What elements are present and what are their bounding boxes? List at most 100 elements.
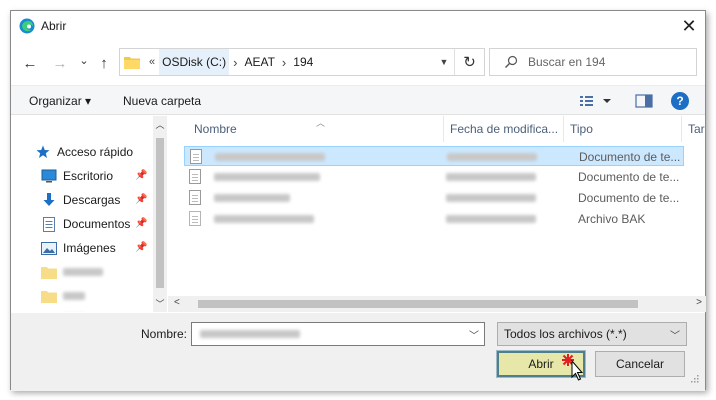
file-row[interactable]: Archivo BAK [184, 209, 684, 229]
file-type-filter-value: Todos los archivos (*.*) [504, 327, 627, 341]
nav-item-folder-redacted[interactable] [41, 262, 103, 282]
refresh-button[interactable]: ↻ [454, 49, 484, 75]
navigation-pane: Acceso rápido Escritorio 📌 Descargas 📌 D… [11, 116, 167, 312]
nav-item-label: Acceso rápido [57, 145, 134, 159]
up-button[interactable]: ↑ [93, 53, 115, 73]
edge-app-icon [19, 18, 35, 34]
column-type[interactable]: Tipo [564, 116, 682, 142]
star-icon [35, 144, 51, 160]
nav-item-documents[interactable]: Documentos [41, 214, 130, 234]
title-bar: Abrir ✕ [11, 11, 705, 41]
command-toolbar: Organizar ▾ Nueva carpeta ? [11, 85, 705, 115]
breadcrumb-osdisk[interactable]: OSDisk (C:) [159, 49, 230, 75]
download-icon [41, 192, 57, 208]
redacted-filename [200, 330, 300, 338]
dialog-title: Abrir [41, 19, 67, 33]
forward-button[interactable]: → [49, 53, 71, 73]
resize-grip-icon[interactable] [689, 373, 699, 383]
redacted-date [446, 215, 536, 223]
help-icon[interactable]: ? [671, 92, 689, 110]
dialog-footer: Nombre: ﹀ Todos los archivos (*.*) ﹀ Abr… [11, 313, 705, 391]
pin-icon: 📌 [135, 218, 148, 229]
pin-icon: 📌 [135, 242, 148, 253]
scrollbar-thumb[interactable] [198, 300, 638, 308]
address-dropdown-icon[interactable]: ▼ [434, 49, 454, 75]
search-input[interactable]: Buscar en 194 [489, 48, 697, 76]
file-row[interactable]: Documento de te... [184, 188, 684, 208]
file-row[interactable]: Documento de te... [184, 167, 684, 187]
organize-button[interactable]: Organizar ▾ [29, 94, 91, 108]
text-file-icon [189, 169, 201, 184]
redacted-label [63, 292, 85, 300]
redacted-date [446, 194, 536, 202]
redacted-date [447, 153, 537, 161]
nav-item-pictures[interactable]: Imágenes [41, 238, 116, 258]
recent-locations-button[interactable]: ⌄ [73, 50, 95, 70]
chevron-down-icon: ﹀ [670, 331, 680, 342]
close-button[interactable]: ✕ [675, 13, 703, 39]
file-row[interactable]: Documento de te... [184, 146, 684, 166]
chevron-down-icon[interactable]: ﹀ [466, 325, 482, 343]
file-type: Documento de te... [578, 191, 680, 205]
nav-item-folder-redacted[interactable] [41, 286, 85, 306]
file-type-filter[interactable]: Todos los archivos (*.*) ﹀ [497, 322, 687, 346]
scroll-right-icon[interactable]: > [696, 297, 702, 308]
nav-item-label: Imágenes [63, 241, 116, 255]
pin-icon: 📌 [135, 170, 148, 181]
column-name[interactable]: Nombre [188, 116, 444, 142]
folder-icon [41, 288, 57, 304]
breadcrumb-194[interactable]: 194 [290, 49, 316, 75]
search-placeholder: Buscar en 194 [528, 55, 606, 69]
breadcrumb-separator[interactable]: › [229, 55, 241, 70]
folder-icon [41, 264, 57, 280]
cancel-button[interactable]: Cancelar [595, 351, 685, 377]
redacted-date [446, 173, 536, 181]
file-icon [189, 211, 201, 226]
nav-item-label: Documentos [63, 217, 131, 231]
desktop-icon [41, 168, 57, 184]
nav-item-downloads[interactable]: Descargas [41, 190, 120, 210]
column-date-modified[interactable]: Fecha de modifica... [444, 116, 564, 142]
filelist-horizontal-scrollbar[interactable]: < > [168, 296, 706, 312]
address-overflow[interactable]: « [149, 56, 155, 68]
new-folder-button[interactable]: Nueva carpeta [123, 94, 201, 108]
text-file-icon [190, 149, 202, 164]
nav-item-label: Descargas [63, 193, 121, 207]
documents-icon [41, 216, 57, 232]
redacted-label [63, 268, 103, 276]
redacted-file-name [215, 153, 325, 161]
redacted-file-name [214, 215, 314, 223]
redacted-file-name [214, 173, 320, 181]
preview-pane-icon[interactable] [635, 93, 653, 112]
pictures-icon [41, 240, 57, 256]
scroll-down-icon[interactable]: ﹀ [153, 297, 167, 310]
pin-icon: 📌 [135, 194, 148, 205]
scroll-left-icon[interactable]: < [174, 297, 180, 308]
file-list: ︿ Nombre Fecha de modifica... Tipo Tar D… [168, 116, 706, 312]
nav-item-label: Escritorio [63, 169, 114, 183]
folder-icon [124, 55, 142, 69]
file-type: Documento de te... [578, 170, 680, 184]
filename-input[interactable]: ﹀ [191, 322, 485, 346]
column-size[interactable]: Tar [682, 116, 706, 142]
filename-label: Nombre: [141, 327, 188, 341]
nav-item-quick-access[interactable]: Acceso rápido [35, 142, 133, 162]
folder-icon [41, 310, 57, 312]
breadcrumb-aeat[interactable]: AEAT [241, 49, 277, 75]
mouse-cursor-icon [562, 354, 584, 381]
open-file-dialog: Abrir ✕ ← → ⌄ ↑ « OSDisk (C:) › AEAT › 1… [10, 10, 706, 391]
redacted-file-name [214, 194, 290, 202]
scroll-up-icon[interactable]: ︿ [153, 118, 167, 131]
view-options-icon[interactable] [579, 93, 613, 112]
file-type: Documento de te... [579, 150, 681, 164]
file-type: Archivo BAK [578, 212, 646, 226]
scrollbar-thumb[interactable] [156, 138, 164, 288]
nav-item-desktop[interactable]: Escritorio [41, 166, 113, 186]
address-bar[interactable]: « OSDisk (C:) › AEAT › 194 ▼ ↻ [119, 48, 485, 76]
search-icon [504, 55, 518, 69]
back-button[interactable]: ← [19, 53, 41, 73]
navpane-scrollbar[interactable]: ︿ ﹀ [153, 116, 167, 312]
breadcrumb-separator[interactable]: › [278, 55, 290, 70]
text-file-icon [189, 190, 201, 205]
nav-item-folder-redacted[interactable] [41, 308, 85, 312]
